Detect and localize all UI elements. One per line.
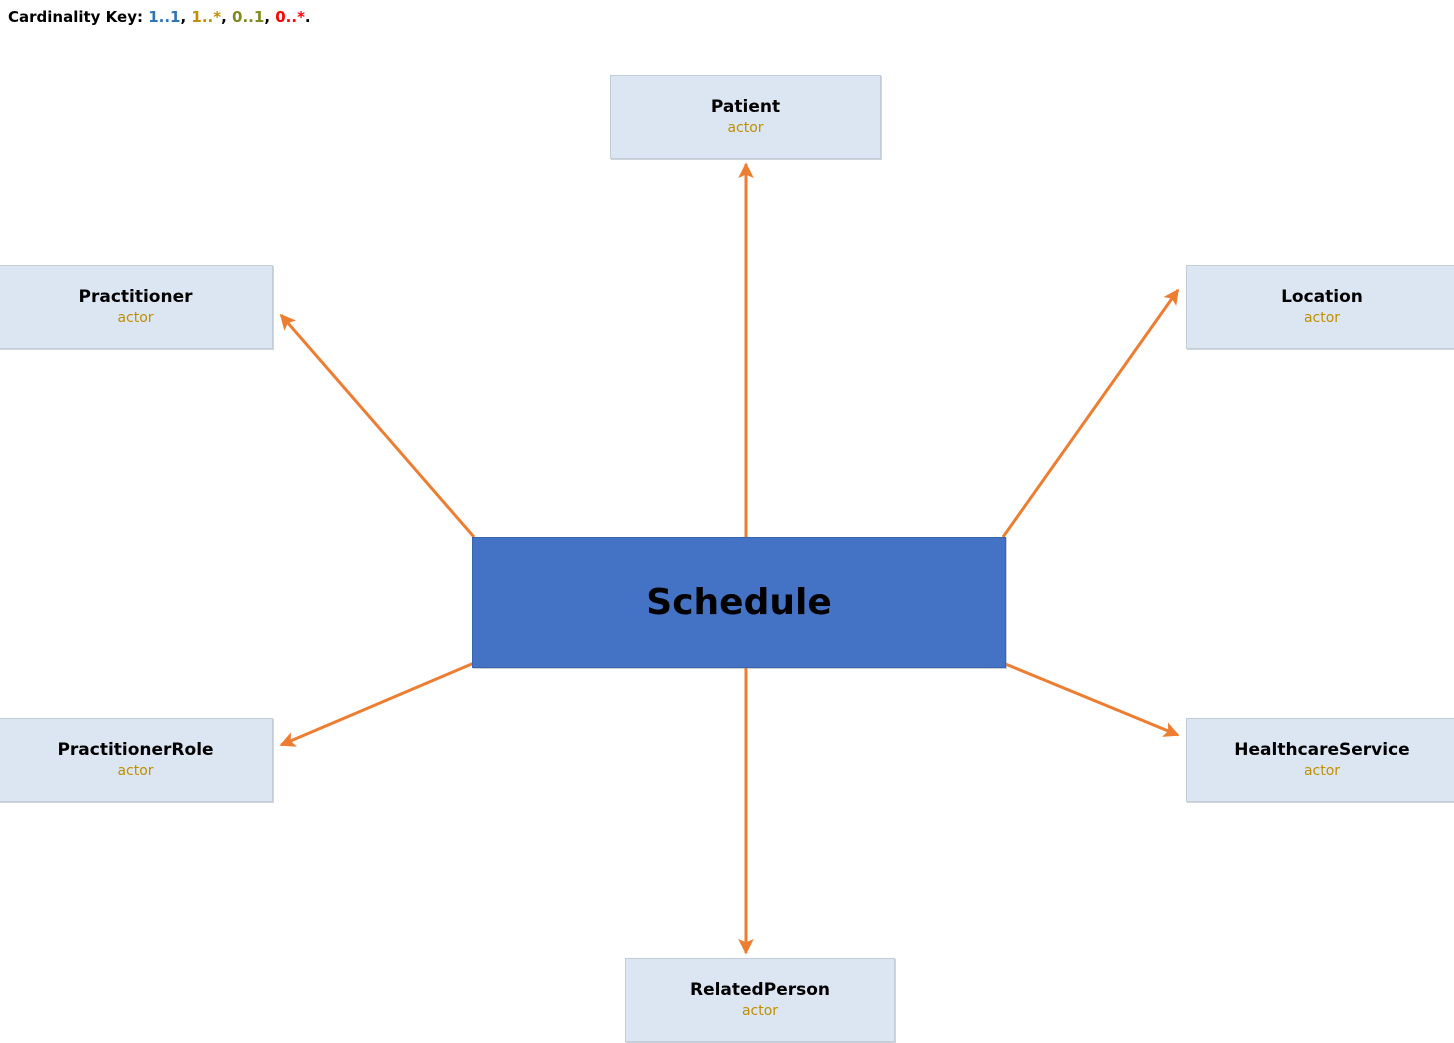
diagram-canvas: Cardinality Key: 1..1, 1..*, 0..1, 0..*.… bbox=[0, 0, 1454, 1043]
node-healthcareservice-subtitle: actor bbox=[1303, 763, 1341, 779]
edge-schedule-to-healthcareservice bbox=[1002, 661, 1180, 737]
cardinality-entry-0-1: 0..1 bbox=[232, 8, 265, 26]
edge-schedule-to-practitionerrole bbox=[279, 661, 475, 747]
cardinality-separator: , bbox=[264, 8, 276, 26]
node-healthcareservice[interactable]: HealthcareService actor bbox=[1186, 718, 1454, 802]
cardinality-entry-0-star: 0..* bbox=[275, 8, 305, 26]
node-healthcareservice-title: HealthcareService bbox=[1234, 740, 1410, 760]
node-location-subtitle: actor bbox=[1303, 310, 1341, 326]
node-schedule[interactable]: Schedule bbox=[472, 537, 1006, 668]
node-patient[interactable]: Patient actor bbox=[610, 75, 881, 159]
node-relatedperson-title: RelatedPerson bbox=[689, 980, 831, 1000]
node-patient-title: Patient bbox=[710, 97, 781, 117]
cardinality-entry-1-1: 1..1 bbox=[148, 8, 181, 26]
cardinality-key-terminator: . bbox=[304, 8, 311, 26]
node-practitionerrole[interactable]: PractitionerRole actor bbox=[0, 718, 273, 802]
node-location-title: Location bbox=[1281, 287, 1363, 307]
edge-schedule-to-practitioner bbox=[279, 313, 476, 538]
node-practitioner-title: Practitioner bbox=[78, 287, 193, 307]
cardinality-key-label: Cardinality Key: bbox=[8, 8, 143, 26]
edge-schedule-to-location bbox=[1001, 288, 1180, 538]
node-practitioner-subtitle: actor bbox=[117, 310, 154, 326]
node-relatedperson-subtitle: actor bbox=[741, 1003, 779, 1019]
node-practitionerrole-title: PractitionerRole bbox=[57, 740, 214, 760]
cardinality-separator: , bbox=[180, 8, 192, 26]
cardinality-key: Cardinality Key: 1..1, 1..*, 0..1, 0..*. bbox=[8, 6, 311, 28]
cardinality-entry-1-star: 1..* bbox=[191, 8, 222, 26]
node-practitioner[interactable]: Practitioner actor bbox=[0, 265, 273, 349]
node-patient-subtitle: actor bbox=[727, 120, 764, 136]
cardinality-separator: , bbox=[221, 8, 233, 26]
node-practitionerrole-subtitle: actor bbox=[117, 763, 154, 779]
node-location[interactable]: Location actor bbox=[1186, 265, 1454, 349]
node-relatedperson[interactable]: RelatedPerson actor bbox=[625, 958, 895, 1042]
node-schedule-title: Schedule bbox=[646, 581, 832, 623]
